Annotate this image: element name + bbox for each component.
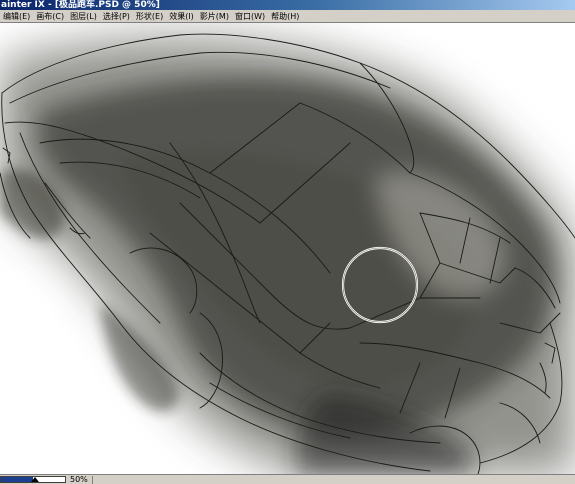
menu-movie[interactable]: 影片(M) (197, 10, 232, 22)
menu-help[interactable]: 帮助(H) (268, 10, 302, 22)
car-sketch-artwork (0, 23, 575, 474)
window-title: ainter IX - [极品跑车.PSD @ 50%] (1, 0, 160, 10)
painter-window: ainter IX - [极品跑车.PSD @ 50%] 编辑(E) 画布(C)… (0, 0, 575, 484)
zoom-level: 50% (70, 474, 88, 484)
menu-window[interactable]: 窗口(W) (232, 10, 268, 22)
zoom-slider-fill (1, 477, 33, 482)
zoom-slider-thumb[interactable] (31, 477, 39, 482)
menu-bar: 编辑(E) 画布(C) 图层(L) 选择(P) 形状(E) 效果(I) 影片(M… (0, 10, 575, 23)
status-bar: 50% (0, 474, 575, 484)
menu-edit[interactable]: 编辑(E) (0, 10, 33, 22)
menu-canvas[interactable]: 画布(C) (33, 10, 67, 22)
menu-effects[interactable]: 效果(I) (166, 10, 197, 22)
menu-layers[interactable]: 图层(L) (67, 10, 100, 22)
title-bar: ainter IX - [极品跑车.PSD @ 50%] (0, 0, 575, 10)
menu-shape[interactable]: 形状(E) (133, 10, 166, 22)
drawing-canvas[interactable] (0, 23, 575, 474)
menu-select[interactable]: 选择(P) (100, 10, 133, 22)
zoom-slider[interactable] (0, 476, 66, 483)
status-area (91, 475, 575, 484)
